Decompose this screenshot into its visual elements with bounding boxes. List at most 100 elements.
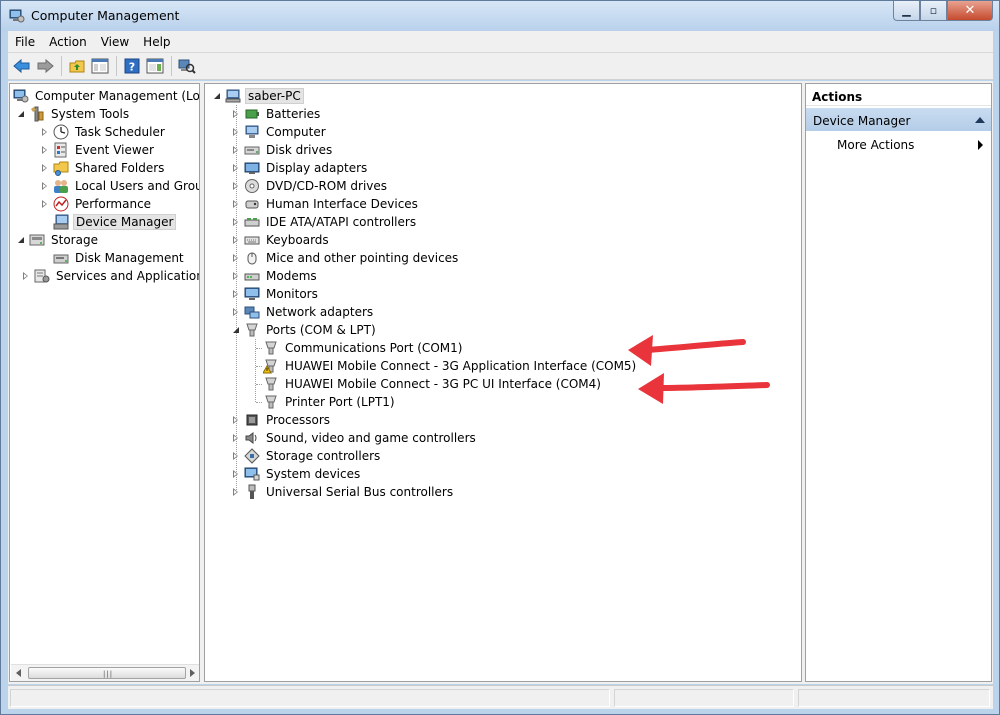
collapse-arrow-icon[interactable] xyxy=(212,92,221,101)
device-category-row[interactable]: System devices xyxy=(231,465,362,483)
device-category-label: Modems xyxy=(266,269,317,283)
hid-icon xyxy=(245,200,259,209)
tree-item-label: Computer Management (Local xyxy=(35,89,200,103)
menu-file[interactable]: File xyxy=(8,31,42,53)
tree-item-computer-management[interactable]: Computer Management (Local xyxy=(13,87,200,105)
forward-arrow-icon xyxy=(37,58,54,74)
expand-arrow-icon[interactable] xyxy=(231,451,240,461)
device-category-row[interactable]: DVD/CD-ROM drives xyxy=(231,177,389,195)
action-pane-icon xyxy=(146,58,164,74)
scroll-thumb[interactable]: ||| xyxy=(28,667,186,679)
expand-arrow-icon[interactable] xyxy=(231,199,240,209)
port-icon xyxy=(265,341,277,355)
tree-item-device-manager[interactable]: Device Manager xyxy=(53,213,177,231)
menu-view[interactable]: View xyxy=(94,31,136,53)
expand-arrow-icon[interactable] xyxy=(231,289,240,299)
expand-arrow-icon[interactable] xyxy=(231,415,240,425)
minimize-icon: ▁ xyxy=(902,4,911,17)
tree-item-disk-management[interactable]: Disk Management xyxy=(53,249,186,267)
device-category-row[interactable]: Network adapters xyxy=(231,303,375,321)
services-icon xyxy=(34,269,50,283)
expand-arrow-icon[interactable] xyxy=(40,163,49,173)
title-bar[interactable]: Computer Management ▁ ▫ ✕ xyxy=(1,1,999,31)
expand-arrow-icon[interactable] xyxy=(40,181,49,191)
tree-item-local-users-groups[interactable]: Local Users and Groups xyxy=(40,177,199,195)
expand-arrow-icon[interactable] xyxy=(231,127,240,137)
expand-arrow-icon[interactable] xyxy=(231,181,240,191)
menu-help[interactable]: Help xyxy=(136,31,177,53)
collapse-up-icon[interactable] xyxy=(975,117,985,123)
close-button[interactable]: ✕ xyxy=(947,1,993,21)
maximize-button[interactable]: ▫ xyxy=(920,1,947,21)
port-device-row[interactable]: Printer Port (LPT1) xyxy=(263,393,397,411)
tree-item-performance[interactable]: Performance xyxy=(40,195,153,213)
tree-guide xyxy=(256,348,262,349)
device-category-row[interactable]: Storage controllers xyxy=(231,447,382,465)
forward-button[interactable] xyxy=(34,55,56,77)
device-category-row[interactable]: Computer xyxy=(231,123,328,141)
device-category-row[interactable]: Disk drives xyxy=(231,141,334,159)
device-category-row[interactable]: Mice and other pointing devices xyxy=(231,249,460,267)
port-device-row[interactable]: Communications Port (COM1) xyxy=(263,339,464,357)
device-category-label: Mice and other pointing devices xyxy=(266,251,459,265)
scroll-right-icon[interactable] xyxy=(190,669,195,677)
expand-arrow-icon[interactable] xyxy=(21,271,30,281)
scroll-left-icon[interactable] xyxy=(16,669,21,677)
minimize-button[interactable]: ▁ xyxy=(893,1,920,21)
device-category-row[interactable]: Processors xyxy=(231,411,332,429)
expand-arrow-icon[interactable] xyxy=(40,145,49,155)
expand-arrow-icon[interactable] xyxy=(231,469,240,479)
expand-arrow-icon[interactable] xyxy=(231,271,240,281)
show-hide-tree-button[interactable] xyxy=(89,55,111,77)
help-button[interactable]: ? xyxy=(121,55,143,77)
actions-section-device-manager[interactable]: Device Manager xyxy=(806,108,991,131)
device-category-row[interactable]: IDE ATA/ATAPI controllers xyxy=(231,213,418,231)
tools-icon xyxy=(31,106,44,122)
expand-arrow-icon[interactable] xyxy=(231,253,240,263)
device-category-row[interactable]: Monitors xyxy=(231,285,320,303)
menu-action[interactable]: Action xyxy=(42,31,94,53)
expand-arrow-icon[interactable] xyxy=(231,145,240,155)
device-category-row[interactable]: Sound, video and game controllers xyxy=(231,429,478,447)
expand-arrow-icon[interactable] xyxy=(231,217,240,227)
users-icon xyxy=(54,180,68,193)
expand-arrow-icon[interactable] xyxy=(40,199,49,209)
device-category-row[interactable]: Ports (COM & LPT) xyxy=(231,321,378,339)
device-category-row[interactable]: Modems xyxy=(231,267,319,285)
expand-arrow-icon[interactable] xyxy=(231,109,240,119)
expand-arrow-icon[interactable] xyxy=(40,127,49,137)
tree-item-storage[interactable]: Storage xyxy=(16,231,100,249)
collapse-arrow-icon[interactable] xyxy=(16,110,25,119)
device-category-row[interactable]: Keyboards xyxy=(231,231,331,249)
network-adapter-icon xyxy=(244,306,260,319)
device-tree-root[interactable]: saber-PC xyxy=(212,87,304,105)
processor-icon xyxy=(246,414,258,426)
expand-arrow-icon[interactable] xyxy=(231,433,240,443)
collapse-arrow-icon[interactable] xyxy=(231,326,240,335)
tree-item-shared-folders[interactable]: Shared Folders xyxy=(40,159,166,177)
collapse-arrow-icon[interactable] xyxy=(16,236,25,245)
tree-item-event-viewer[interactable]: Event Viewer xyxy=(40,141,156,159)
back-button[interactable] xyxy=(11,55,33,77)
device-category-row[interactable]: Human Interface Devices xyxy=(231,195,420,213)
port-icon xyxy=(246,323,258,337)
tree-item-services-applications[interactable]: Services and Applications xyxy=(21,267,199,285)
device-category-label: Processors xyxy=(266,413,331,427)
tree-item-system-tools[interactable]: System Tools xyxy=(16,105,131,123)
more-actions-item[interactable]: More Actions xyxy=(806,135,991,155)
expand-arrow-icon[interactable] xyxy=(231,307,240,317)
scan-hardware-button[interactable] xyxy=(176,55,198,77)
show-hide-action-pane-button[interactable] xyxy=(144,55,166,77)
expand-arrow-icon[interactable] xyxy=(231,487,240,497)
device-category-row[interactable]: Batteries xyxy=(231,105,322,123)
expand-arrow-icon[interactable] xyxy=(231,235,240,245)
tree-item-task-scheduler[interactable]: Task Scheduler xyxy=(40,123,167,141)
horizontal-scrollbar[interactable]: ||| xyxy=(11,664,199,681)
port-device-row[interactable]: HUAWEI Mobile Connect - 3G PC UI Interfa… xyxy=(263,375,603,393)
tree-item-label: Disk Management xyxy=(75,251,184,265)
up-level-button[interactable] xyxy=(66,55,88,77)
device-category-row[interactable]: Universal Serial Bus controllers xyxy=(231,483,455,501)
device-category-row[interactable]: Display adapters xyxy=(231,159,369,177)
port-device-row[interactable]: HUAWEI Mobile Connect - 3G Application I… xyxy=(263,357,638,375)
expand-arrow-icon[interactable] xyxy=(231,163,240,173)
